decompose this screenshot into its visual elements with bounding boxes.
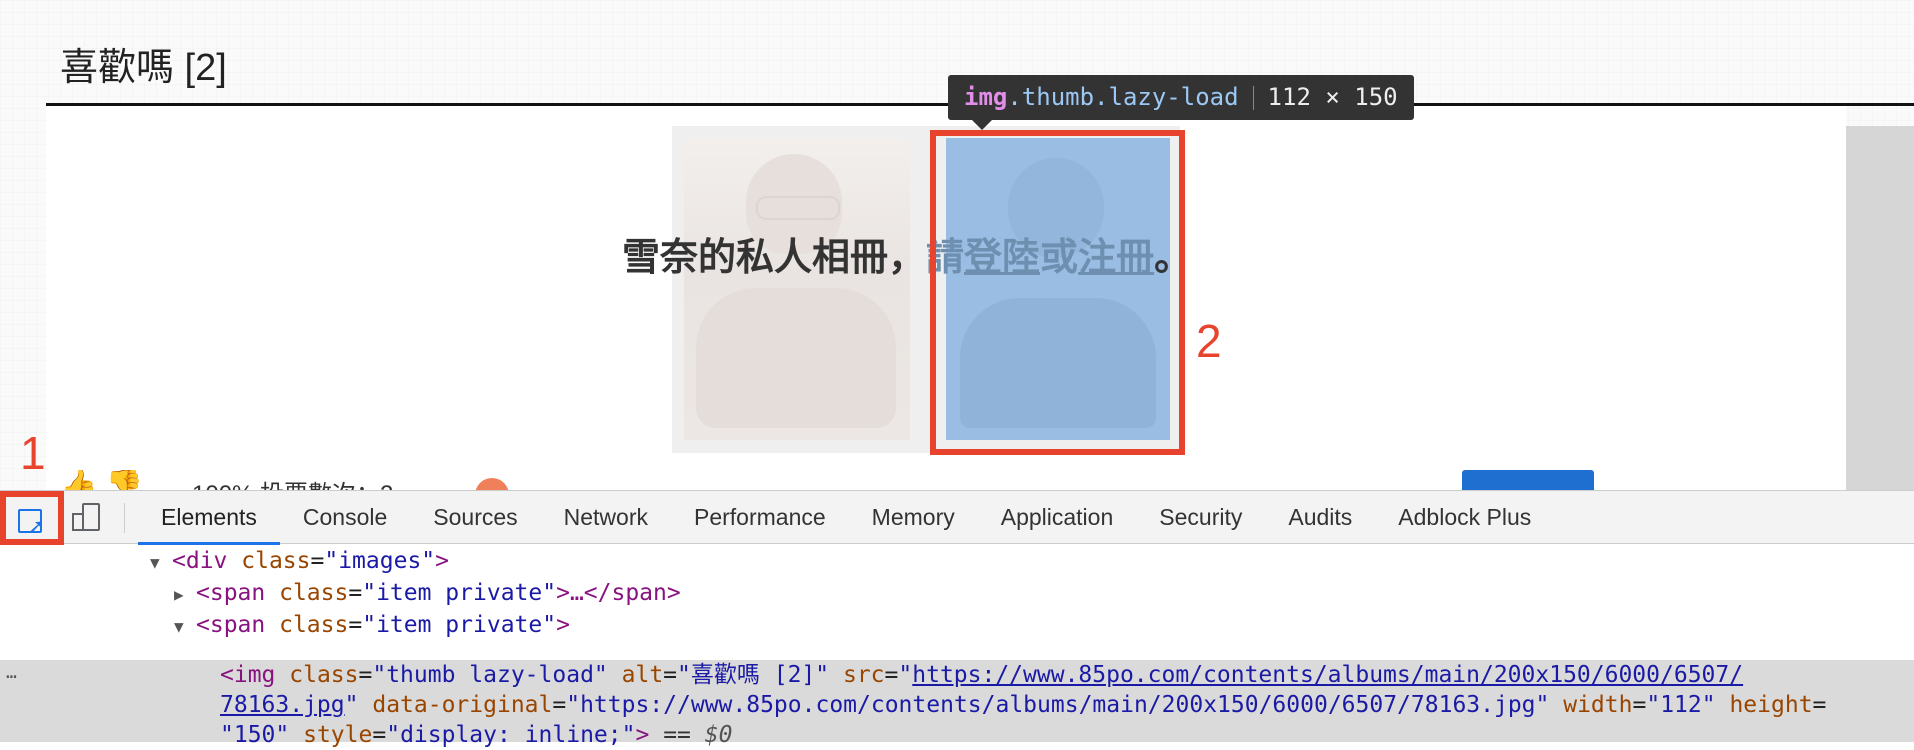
inspect-tooltip: img.thumb.lazy-load 112 × 150 [948,75,1414,120]
tag-open: <img [220,662,276,688]
attr-name: height [1729,692,1813,718]
tab-memory[interactable]: Memory [849,491,978,545]
dom-line-span-expanded[interactable]: ▼ <span class="item private"> [174,610,570,640]
collapse-arrow-icon[interactable]: ▶ [174,580,196,610]
devtools-tabs: Elements Console Sources Network Perform… [138,491,1554,545]
inspect-element-button[interactable]: ➚ [0,491,64,545]
tooltip-tag: img [964,83,1008,111]
console-ref-var: $0 [704,722,733,748]
tag-open: <span [196,612,266,638]
toolbar-divider [124,503,125,533]
cursor-arrow-icon: ➚ [28,516,45,538]
vote-icons: 👍 👎 [60,470,144,490]
attr-name: style [303,722,373,748]
tag-open: <div [172,548,228,574]
dom-line-img-2[interactable]: 78163.jpg" data-original="https://www.85… [220,690,1826,720]
devtools-toolbar: ➚ Elements Console Sources Network Perfo… [0,490,1914,545]
attr-value: "images" [324,548,436,574]
tooltip-classes: .thumb.lazy-load [1007,83,1239,111]
action-button[interactable] [1462,470,1594,490]
tag-rest: >…</span> [556,580,681,606]
thumbnail-figure-body [696,288,896,428]
annotation-marker-1: 1 [20,427,46,479]
expand-arrow-icon[interactable]: ▼ [150,548,172,578]
phone-icon [72,513,84,531]
dom-tree: … ▼ <div class="images"> ▶ <span class="it… [0,544,1914,748]
thumbnail-image-1[interactable] [684,138,910,440]
console-ref-eq: == [663,722,691,748]
attr-value: "item private" [362,580,557,606]
tooltip-arrow [972,120,992,130]
tab-network[interactable]: Network [541,491,671,545]
attr-value: "display: inline;" [386,722,636,748]
private-notice-text: 雪奈的私人相冊， [622,237,927,279]
attr-name: class [279,580,349,606]
annotation-marker-2: 2 [1196,315,1222,367]
tab-elements[interactable]: Elements [138,491,280,545]
attr-name: src [842,662,885,688]
tab-adblock-plus[interactable]: Adblock Plus [1375,491,1554,545]
tab-performance[interactable]: Performance [671,491,849,545]
tag-open: <span [196,580,266,606]
device-icon [82,503,100,531]
devtools-panel: ➚ Elements Console Sources Network Perfo… [0,490,1914,748]
attr-value: "150" [220,722,290,748]
tab-audits[interactable]: Audits [1265,491,1375,545]
sidebar-placeholder [1846,126,1914,490]
attr-name: class [279,612,349,638]
tab-application[interactable]: Application [978,491,1137,545]
device-toolbar-button[interactable] [72,503,102,533]
tag-close: > [556,612,570,638]
tab-sources[interactable]: Sources [410,491,540,545]
attr-name: width [1563,692,1633,718]
attr-name: alt [621,662,664,688]
tooltip-separator [1252,86,1254,110]
attr-value: "https://www.85po.com/contents/albums/ma… [566,692,1550,718]
dom-line-div-images[interactable]: ▼ <div class="images"> [150,546,449,576]
attr-name: data-original [372,692,553,718]
node-options-icon[interactable]: … [6,662,17,683]
tab-security[interactable]: Security [1136,491,1265,545]
attr-value: "item private" [362,612,557,638]
annotation-highlight-box [930,130,1185,455]
tooltip-size: 112 × 150 [1267,83,1398,111]
tab-console[interactable]: Console [280,491,410,545]
thumbnail-figure-glasses [756,196,840,220]
page-title: 喜歡嗎 [2] [60,47,227,89]
attr-value: "喜歡嗎 [2]" [677,662,830,688]
attr-value: "112" [1646,692,1716,718]
dom-line-span-collapsed[interactable]: ▶ <span class="item private">…</span> [174,578,681,608]
src-link[interactable]: 78163.jpg [220,692,345,718]
rating-text: 100% 投票數次：2 [192,474,393,490]
attr-value: "thumb lazy-load" [372,662,608,688]
tag-close: > [435,548,449,574]
attr-name: class [241,548,311,574]
tag-close: > [635,722,650,748]
src-link[interactable]: https://www.85po.com/contents/albums/mai… [912,662,1743,688]
attr-name: class [289,662,359,688]
dom-line-img-3[interactable]: "150" style="display: inline;"> == $0 [220,720,732,750]
dom-line-img-1[interactable]: <img class="thumb lazy-load" alt="喜歡嗎 [2… [220,660,1743,690]
page-viewport: 喜歡嗎 [2] 雪奈的私人相冊，請登陸或注冊。 2 img.thumb.lazy… [0,0,1914,490]
expand-arrow-icon[interactable]: ▼ [174,612,196,642]
